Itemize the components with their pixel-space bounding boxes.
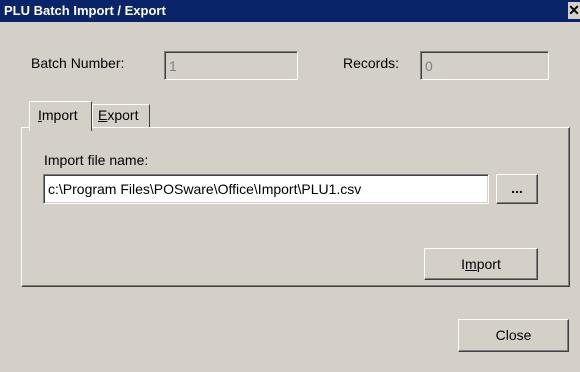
tab-export-label: Export (98, 107, 139, 123)
import-file-input[interactable]: c:\Program Files\POSware\Office\Import\P… (43, 174, 489, 204)
tab-export[interactable]: Export (92, 104, 150, 127)
import-button[interactable]: Import (424, 248, 538, 280)
tab-import-label: Import (38, 107, 78, 123)
import-button-label: Import (461, 256, 501, 272)
records-value: 0 (425, 57, 433, 74)
close-button[interactable]: Close (458, 319, 569, 352)
records-field: 0 (420, 51, 549, 80)
browse-button[interactable]: ... (496, 174, 538, 204)
title-bar[interactable]: PLU Batch Import / Export ✕ (0, 0, 580, 22)
tab-import[interactable]: Import (29, 101, 92, 131)
records-label: Records: (343, 55, 400, 71)
batch-number-label: Batch Number: (31, 55, 125, 71)
dialog-window: PLU Batch Import / Export ✕ Batch Number… (0, 0, 580, 372)
import-file-label: Import file name: (44, 152, 149, 168)
batch-number-field: 1 (164, 51, 298, 80)
close-icon[interactable]: ✕ (568, 2, 580, 19)
batch-number-value: 1 (169, 57, 177, 74)
import-file-path: c:\Program Files\POSware\Office\Import\P… (48, 181, 362, 197)
window-title: PLU Batch Import / Export (4, 3, 166, 18)
